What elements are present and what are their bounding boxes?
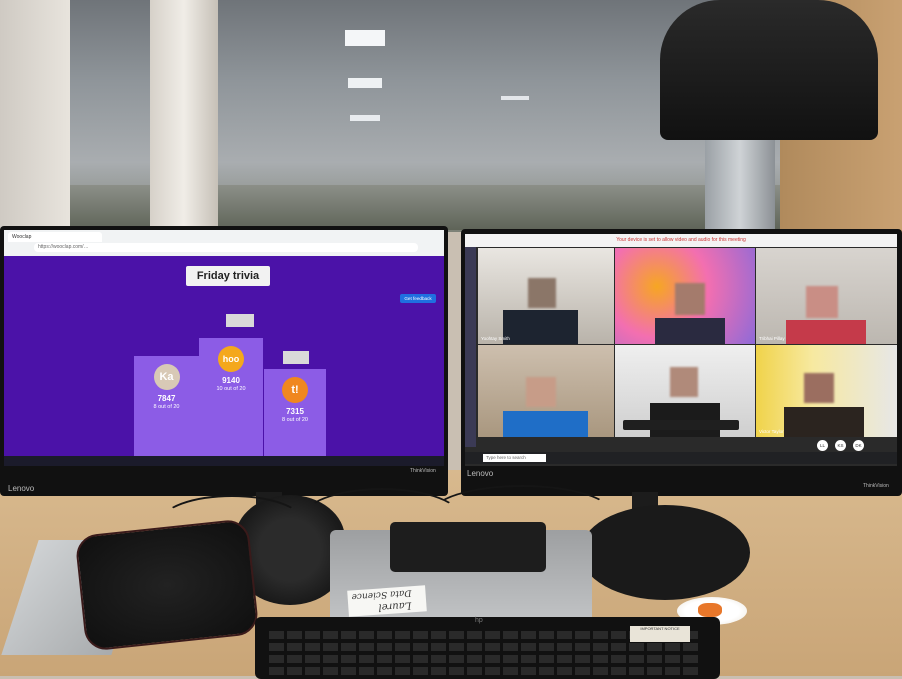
ceiling-lights <box>345 30 385 46</box>
keyboard-notice-label: IMPORTANT NOTICE <box>630 626 690 642</box>
podium-name-tag <box>226 314 254 327</box>
video-call-screen: Your device is set to allow video and au… <box>465 234 897 466</box>
participant-tile[interactable]: Yoohtay Smith <box>478 248 614 344</box>
left-monitor-brand: Lenovo <box>8 484 35 493</box>
key-row[interactable] <box>269 643 699 651</box>
cable <box>160 495 304 549</box>
participant-body <box>503 411 588 437</box>
blurred-face <box>528 278 556 308</box>
sticky-note: Data Science Laurel <box>347 585 427 617</box>
player-avatar: hoo <box>218 346 244 372</box>
participant-chip[interactable]: LL <box>817 440 828 451</box>
participant-tile[interactable] <box>478 345 614 437</box>
browser-toolbar: Wooclap https://wooclap.com/… <box>4 230 444 256</box>
player-correct: 8 out of 20 <box>282 417 308 423</box>
key-row[interactable] <box>269 655 699 663</box>
quiz-title: Friday trivia <box>186 266 270 286</box>
meeting-banner: Your device is set to allow video and au… <box>465 234 897 247</box>
taskbar-search[interactable]: Type here to search <box>483 454 546 462</box>
blurred-face <box>675 283 705 315</box>
participant-name: Victor Taylor <box>759 429 784 434</box>
player-avatar: Ka <box>153 364 180 390</box>
participant-body <box>784 407 864 437</box>
blurred-face <box>670 367 698 397</box>
keyboard-logo: hp <box>475 617 483 624</box>
key-row[interactable] <box>269 667 699 675</box>
call-controls[interactable] <box>623 420 739 430</box>
windows-taskbar: Type here to search LL KS DK <box>465 440 897 464</box>
get-feedback-button[interactable]: Get feedback <box>400 294 436 303</box>
player-avatar: t! <box>282 377 308 403</box>
windows-taskbar <box>4 456 444 466</box>
podium-name-tag <box>283 351 309 364</box>
snack <box>698 603 722 617</box>
player-score: 7315 <box>286 407 304 416</box>
app-sidebar <box>465 247 476 447</box>
participant-chip[interactable]: KS <box>835 440 846 451</box>
blurred-face <box>804 373 834 403</box>
podium-second: Ka 7847 8 out of 20 <box>134 356 199 466</box>
address-bar[interactable]: https://wooclap.com/… <box>34 243 418 252</box>
player-correct: 8 out of 20 <box>153 404 180 410</box>
participant-name: Tribhai Pillay <box>759 336 785 341</box>
sticky-note-line: Laurel <box>378 599 412 613</box>
right-monitor-brand: Lenovo <box>467 469 494 478</box>
participant-tile[interactable]: Victor Taylor <box>756 345 897 437</box>
podium-first: hoo 9140 10 out of 20 <box>199 338 263 466</box>
quiz-screen: Wooclap https://wooclap.com/… Friday tri… <box>4 230 444 466</box>
blurred-face <box>526 377 556 407</box>
blurred-face <box>806 286 838 318</box>
player-score: 9140 <box>222 376 240 385</box>
window-frame-left <box>0 0 70 235</box>
left-monitor-model: ThinkVision <box>410 468 436 474</box>
apartment-tower <box>705 140 775 235</box>
player-score: 7847 <box>157 394 176 403</box>
participant-body <box>786 320 866 344</box>
pendant-lamp <box>660 0 878 140</box>
participant-tile[interactable] <box>615 248 755 344</box>
browser-tab[interactable]: Wooclap <box>8 232 102 242</box>
window-frame-middle <box>150 0 218 235</box>
cable <box>430 485 614 544</box>
participant-tile[interactable]: Tribhai Pillay <box>756 248 897 344</box>
participant-name: Yoohtay Smith <box>481 336 510 341</box>
participant-chip[interactable]: DK <box>853 440 864 451</box>
right-monitor-model: ThinkVision <box>863 483 889 489</box>
podium-third: t! 7315 8 out of 20 <box>264 369 326 466</box>
participant-body <box>503 310 578 344</box>
player-correct: 10 out of 20 <box>216 386 246 392</box>
participant-body <box>655 318 725 344</box>
